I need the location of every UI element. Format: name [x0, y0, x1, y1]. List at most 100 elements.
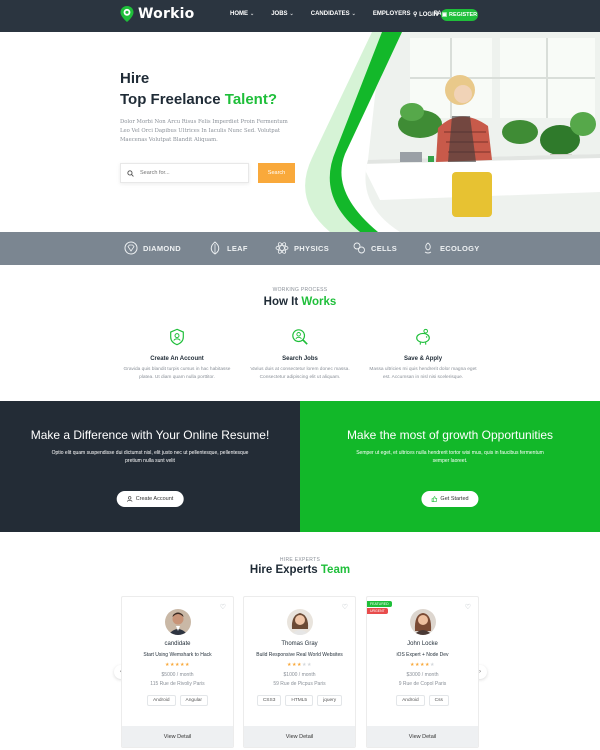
step-title: Search Jobs	[282, 356, 318, 362]
step-title: Save & Apply	[403, 356, 443, 362]
top-navbar: Workio HOME ⌄ JOBS ⌄ CANDIDATES ⌄ EMPLOYERS…	[0, 0, 600, 32]
search-icon	[127, 169, 134, 177]
skill-tag[interactable]: Android	[146, 695, 176, 706]
atom-icon	[275, 242, 289, 254]
avatar	[409, 609, 436, 635]
expert-card: ♡ candidate Start Using Wemshark to Hack…	[121, 596, 234, 748]
key-icon: ⚲	[413, 12, 418, 18]
brand-leaf: LEAF	[208, 241, 248, 255]
brand-leaf-label: LEAF	[227, 243, 248, 253]
heart-icon[interactable]: ♡	[465, 603, 471, 611]
cells-icon	[353, 242, 365, 254]
search-input[interactable]	[140, 170, 240, 176]
search-box	[120, 163, 249, 183]
create-account-button[interactable]: Create Account	[116, 491, 184, 507]
search-button[interactable]: Search	[258, 163, 295, 183]
chevron-right-icon: ›	[479, 669, 481, 675]
view-detail-button[interactable]: View Detail	[122, 726, 233, 747]
experts-title-plain: Hire Experts	[249, 564, 321, 576]
skill-tag[interactable]: HTML5	[285, 695, 314, 706]
experts-eyebrow: HIRE EXPERTS	[279, 557, 321, 563]
menu-employers-label: EMPLOYERS	[372, 11, 411, 17]
cta-resume-panel: Make a Difference with Your Online Resum…	[0, 401, 300, 532]
view-detail-button[interactable]: View Detail	[244, 726, 355, 747]
expert-role: iOS Expert + Node Dev	[396, 652, 449, 658]
chevron-down-icon: ⌄	[351, 11, 356, 17]
view-detail-button[interactable]: View Detail	[367, 726, 478, 747]
expert-name: candidate	[164, 641, 191, 647]
cta-growth-panel: Make the most of growth Opportunities Se…	[300, 401, 600, 532]
step-description: Massa ultricies mi quis hendrerit dolor …	[369, 367, 477, 380]
star-rating: ★★★★★	[165, 662, 190, 668]
cta-growth-text: Semper ut eget, et ultrices nulla hendre…	[356, 450, 544, 464]
brand-diamond-label: DIAMOND	[143, 243, 181, 253]
partner-logos-strip: DIAMOND LEAF PHYSICS CELLS ECOLOGY	[0, 232, 600, 265]
step-create-account: Create An Account Gravida quis blandit t…	[122, 328, 232, 381]
menu-home-label: HOME	[230, 11, 248, 17]
diamond-icon	[124, 241, 138, 255]
skill-tag[interactable]: jquery	[317, 695, 343, 706]
hero-section: Hire Top Freelance Talent? Dolor Morbi N…	[0, 32, 600, 232]
menu-employers[interactable]: EMPLOYERS ⌄	[373, 11, 417, 17]
shield-user-icon	[170, 328, 184, 346]
skill-tag[interactable]: Angular	[179, 695, 209, 706]
expert-card: ♡ Thomas Gray Build Responsive Real Worl…	[243, 596, 356, 748]
hero-title-line-1: Hire	[120, 70, 150, 87]
location-pin-icon	[120, 6, 134, 22]
brand-diamond: DIAMOND	[124, 241, 181, 255]
skill-tag[interactable]: Android	[396, 695, 425, 706]
expert-card: FEATURED URGENT ♡ John Locke iOS Expert …	[366, 596, 479, 748]
menu-candidates[interactable]: CANDIDATES ⌄	[311, 11, 356, 17]
expert-rate: $5000 / month	[161, 672, 194, 678]
hero-title-accent: Talent?	[224, 91, 277, 108]
avatar	[286, 609, 313, 635]
how-title: How It Works	[0, 296, 600, 308]
heart-icon[interactable]: ♡	[342, 603, 348, 611]
search-user-icon	[292, 329, 308, 345]
get-started-button[interactable]: Get Started	[421, 491, 479, 507]
expert-role: Start Using Wemshark to Hack	[143, 652, 212, 658]
register-label: REGISTER	[449, 12, 478, 18]
menu-home[interactable]: HOME ⌄	[230, 11, 254, 17]
skill-tags: Android Css	[367, 695, 478, 706]
skill-tags: Android Angular	[122, 695, 233, 706]
brand-physics: PHYSICS	[275, 241, 329, 255]
skill-tags: CSS3 HTML5 jquery	[244, 695, 355, 706]
hero-title-line-2: Top Freelance Talent?	[120, 91, 277, 108]
star-rating: ★★★★★	[410, 662, 435, 668]
register-button[interactable]: ▣ REGISTER	[441, 9, 478, 21]
expert-role: Build Responsive Real World Websites	[256, 652, 343, 658]
expert-name: John Locke	[407, 641, 438, 647]
menu-jobs[interactable]: JOBS ⌄	[271, 11, 294, 17]
experts-title: Hire Experts Team	[0, 564, 600, 576]
expert-rate: $1000 / month	[283, 672, 316, 678]
heart-icon[interactable]: ♡	[220, 603, 226, 611]
expert-address: 115 Rue de Rivoliy Paris	[150, 681, 205, 687]
piggy-bank-icon	[416, 328, 430, 345]
user-plus-icon: ▣	[441, 12, 448, 18]
user-icon	[126, 496, 133, 502]
star-rating: ★★★★★	[287, 662, 312, 668]
avatar	[164, 609, 191, 635]
hero-description: Dolor Morbi Non Arcu Risus Felis Imperdi…	[120, 119, 288, 143]
brand-physics-label: PHYSICS	[294, 243, 330, 253]
skill-tag[interactable]: CSS3	[256, 695, 282, 706]
brand-name: Workio	[138, 6, 195, 22]
create-account-label: Create Account	[135, 496, 174, 502]
cta-growth-title: Make the most of growth Opportunities	[346, 428, 554, 442]
featured-badge: FEATURED	[367, 601, 392, 607]
step-title: Create An Account	[150, 356, 204, 362]
brand-ecology: ECOLOGY	[421, 241, 480, 255]
how-eyebrow: WORKING PROCESS	[272, 287, 328, 293]
login-label: LOGIN	[419, 12, 439, 18]
brand-cells: CELLS	[352, 241, 397, 255]
step-description: Varius duis at consectetur lorem donec m…	[250, 367, 350, 380]
brand-logo[interactable]: Workio	[120, 6, 194, 22]
login-link[interactable]: ⚲ LOGIN	[413, 11, 438, 18]
hero-title-plain: Top Freelance	[120, 91, 225, 108]
brand-cells-label: CELLS	[371, 243, 398, 253]
step-save-apply: Save & Apply Massa ultricies mi quis hen…	[368, 328, 478, 381]
skill-tag[interactable]: Css	[428, 695, 449, 706]
cta-resume-text: Optio elit quam suspendisse dui dictumst…	[51, 450, 249, 464]
chevron-down-icon: ⌄	[289, 11, 294, 17]
